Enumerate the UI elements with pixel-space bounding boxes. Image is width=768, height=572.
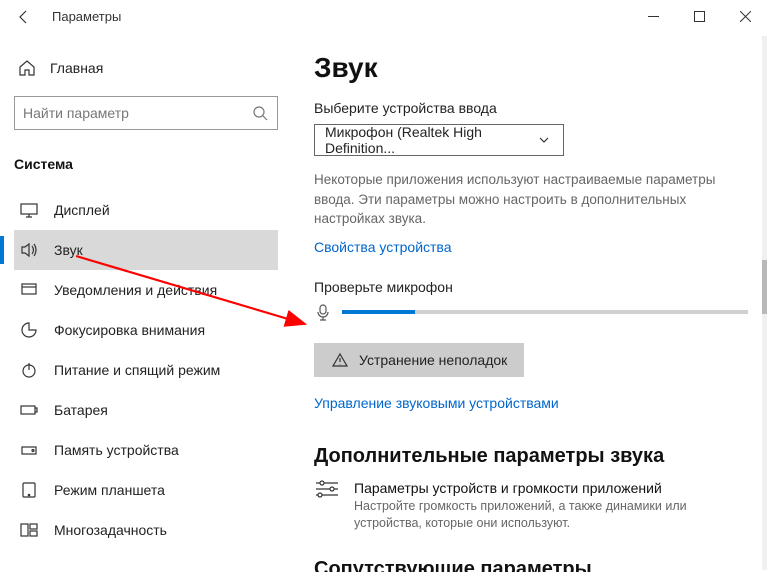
troubleshoot-button[interactable]: Устранение неполадок xyxy=(314,343,524,377)
sidebar-item-label: Память устройства xyxy=(54,442,179,458)
sidebar-item-display[interactable]: Дисплей xyxy=(14,190,278,230)
app-volume-title: Параметры устройств и громкости приложен… xyxy=(354,480,724,496)
sidebar-item-label: Батарея xyxy=(54,402,108,418)
window-title: Параметры xyxy=(52,9,121,24)
close-button[interactable] xyxy=(722,1,768,33)
battery-icon xyxy=(20,401,38,419)
sidebar-item-label: Режим планшета xyxy=(54,482,165,498)
sliders-icon xyxy=(314,480,340,498)
scrollbar-thumb[interactable] xyxy=(762,260,767,314)
page-title: Звук xyxy=(314,52,748,84)
sidebar-item-label: Фокусировка внимания xyxy=(54,322,205,338)
sidebar-item-sound[interactable]: Звук xyxy=(14,230,278,270)
search-icon xyxy=(251,104,269,122)
sidebar-item-tablet[interactable]: Режим планшета xyxy=(14,470,278,510)
check-mic-label: Проверьте микрофон xyxy=(314,279,748,295)
multitasking-icon xyxy=(20,521,38,539)
sidebar-item-storage[interactable]: Память устройства xyxy=(14,430,278,470)
input-device-select[interactable]: Микрофон (Realtek High Definition... xyxy=(314,124,564,156)
sound-icon xyxy=(20,241,38,259)
sidebar-item-power[interactable]: Питание и спящий режим xyxy=(14,350,278,390)
sidebar-item-label: Питание и спящий режим xyxy=(54,362,220,378)
microphone-level-meter xyxy=(342,310,748,314)
display-icon xyxy=(20,201,38,219)
sidebar-item-focus[interactable]: Фокусировка внимания xyxy=(14,310,278,350)
notifications-icon xyxy=(20,281,38,299)
input-device-value: Микрофон (Realtek High Definition... xyxy=(325,124,535,156)
sidebar-nav: Дисплей Звук Уведомления и действия Фоку… xyxy=(14,190,278,550)
sidebar: Главная Найти параметр Система Дисплей З… xyxy=(0,34,290,572)
manage-devices-link[interactable]: Управление звуковыми устройствами xyxy=(314,395,748,411)
window-controls xyxy=(630,1,768,33)
storage-icon xyxy=(20,441,38,459)
sidebar-section-title: Система xyxy=(14,156,278,172)
advanced-heading: Дополнительные параметры звука xyxy=(314,445,748,468)
sidebar-item-label: Дисплей xyxy=(54,202,110,218)
search-placeholder: Найти параметр xyxy=(23,105,129,121)
maximize-button[interactable] xyxy=(676,1,722,33)
sidebar-item-battery[interactable]: Батарея xyxy=(14,390,278,430)
app-volume-subtitle: Настройте громкость приложений, а также … xyxy=(354,498,724,533)
sidebar-home-label: Главная xyxy=(50,60,103,76)
microphone-icon xyxy=(314,303,332,321)
scrollbar[interactable] xyxy=(761,34,768,572)
input-device-label: Выберите устройства ввода xyxy=(314,100,748,116)
focus-icon xyxy=(20,321,38,339)
sidebar-item-multitasking[interactable]: Многозадачность xyxy=(14,510,278,550)
power-icon xyxy=(20,361,38,379)
search-input[interactable]: Найти параметр xyxy=(14,96,278,130)
warning-icon xyxy=(331,351,349,369)
minimize-button[interactable] xyxy=(630,1,676,33)
sidebar-item-notifications[interactable]: Уведомления и действия xyxy=(14,270,278,310)
back-button[interactable] xyxy=(14,7,34,27)
home-icon xyxy=(18,59,36,77)
related-heading: Сопутствующие параметры xyxy=(314,558,748,572)
app-volume-option[interactable]: Параметры устройств и громкости приложен… xyxy=(314,480,748,533)
device-properties-link[interactable]: Свойства устройства xyxy=(314,239,748,255)
tablet-icon xyxy=(20,481,38,499)
sidebar-item-label: Многозадачность xyxy=(54,522,167,538)
window-titlebar: Параметры xyxy=(0,0,768,34)
sidebar-item-label: Уведомления и действия xyxy=(54,282,217,298)
sidebar-item-label: Звук xyxy=(54,242,83,258)
troubleshoot-label: Устранение неполадок xyxy=(359,352,507,368)
sidebar-home[interactable]: Главная xyxy=(14,50,278,86)
input-help-text: Некоторые приложения используют настраив… xyxy=(314,170,734,229)
chevron-down-icon xyxy=(535,131,553,149)
main-content: Звук Выберите устройства ввода Микрофон … xyxy=(290,34,768,572)
